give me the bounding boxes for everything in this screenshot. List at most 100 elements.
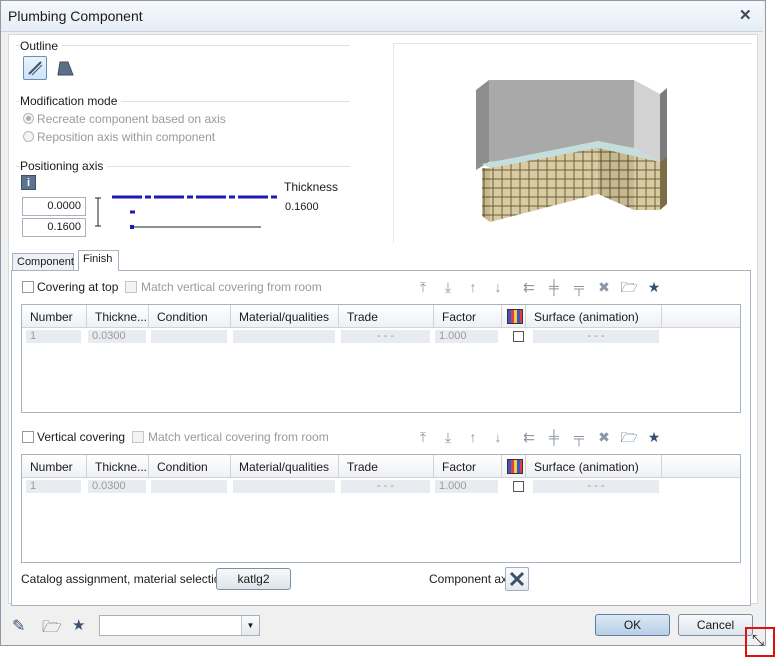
cell-color-checkbox[interactable] bbox=[513, 331, 524, 342]
move-up-icon[interactable]: ↑ bbox=[464, 278, 482, 296]
cell-condition[interactable] bbox=[151, 330, 227, 343]
favorite-icon[interactable]: ★ bbox=[645, 278, 663, 296]
axis-thickness-field[interactable]: 0.1600 bbox=[22, 218, 86, 237]
tab-component[interactable]: Component bbox=[12, 253, 74, 271]
move-top-icon-2[interactable]: ⤒ bbox=[414, 428, 432, 446]
col-surface[interactable]: Surface (animation) bbox=[526, 455, 662, 477]
col-surface[interactable]: Surface (animation) bbox=[526, 305, 662, 327]
tools-icon bbox=[509, 571, 525, 587]
cell-number[interactable]: 1 bbox=[26, 480, 81, 493]
close-icon[interactable]: ✕ bbox=[739, 6, 752, 24]
ok-button[interactable]: OK bbox=[595, 614, 670, 636]
cancel-button[interactable]: Cancel bbox=[678, 614, 753, 636]
move-down-icon-2[interactable]: ↓ bbox=[489, 428, 507, 446]
window-title: Plumbing Component bbox=[8, 8, 143, 24]
cell-color-checkbox[interactable] bbox=[513, 481, 524, 492]
trapezoid-icon bbox=[57, 61, 74, 76]
insert-below-icon[interactable]: ╤ bbox=[570, 278, 588, 296]
modification-label: Modification mode bbox=[20, 94, 122, 108]
cell-thickness[interactable]: 0.0300 bbox=[88, 480, 146, 493]
thickness-label: Thickness bbox=[284, 180, 339, 194]
axis-offset-field[interactable]: 0.0000 bbox=[22, 197, 86, 216]
plumbing-3d-preview bbox=[476, 80, 667, 222]
vertical-covering-table: Number Thickne... Condition Material/qua… bbox=[21, 454, 741, 563]
grid-color-icon bbox=[507, 309, 523, 324]
insert-above-icon-2[interactable]: ╪ bbox=[545, 428, 563, 446]
cell-factor[interactable]: 1.000 bbox=[435, 480, 498, 493]
move-bottom-icon[interactable]: ⤓ bbox=[439, 278, 457, 296]
covering-top-checkbox[interactable] bbox=[22, 281, 34, 293]
col-color[interactable] bbox=[502, 305, 526, 327]
cell-number[interactable]: 1 bbox=[26, 330, 81, 343]
chevron-down-icon[interactable]: ▼ bbox=[241, 616, 259, 635]
cell-material[interactable] bbox=[233, 330, 335, 343]
col-thickness[interactable]: Thickne... bbox=[87, 455, 149, 477]
col-factor[interactable]: Factor bbox=[434, 455, 502, 477]
delete-row-icon-2[interactable]: ✖ bbox=[595, 428, 613, 446]
match-vertical-checkbox[interactable] bbox=[132, 431, 144, 443]
col-factor[interactable]: Factor bbox=[434, 305, 502, 327]
move-bottom-icon-2[interactable]: ⤓ bbox=[439, 428, 457, 446]
col-material[interactable]: Material/qualities bbox=[231, 305, 339, 327]
favorites-combo[interactable]: ▼ bbox=[99, 615, 260, 636]
match-top-checkbox[interactable] bbox=[125, 281, 137, 293]
insert-above-icon[interactable]: ╪ bbox=[545, 278, 563, 296]
col-condition[interactable]: Condition bbox=[149, 455, 231, 477]
cell-trade[interactable]: - - - bbox=[341, 480, 430, 493]
component-axis-button[interactable] bbox=[505, 567, 529, 591]
col-material[interactable]: Material/qualities bbox=[231, 455, 339, 477]
col-number[interactable]: Number bbox=[22, 455, 87, 477]
eyedropper-icon[interactable]: ✎ bbox=[12, 616, 25, 636]
save-favorite-icon[interactable]: ★ bbox=[72, 616, 85, 634]
cell-surface[interactable]: - - - bbox=[533, 330, 659, 343]
thickness-value: 0.1600 bbox=[285, 201, 319, 213]
reposition-label: Reposition axis within component bbox=[37, 130, 216, 144]
col-trade[interactable]: Trade bbox=[339, 305, 434, 327]
open-folder-icon-2[interactable]: 🗁 bbox=[620, 428, 638, 446]
outline-line-button[interactable] bbox=[23, 56, 47, 80]
move-down-icon[interactable]: ↓ bbox=[489, 278, 507, 296]
recreate-radio[interactable] bbox=[23, 113, 34, 124]
match-vertical-label: Match vertical covering from room bbox=[148, 430, 329, 444]
move-top-icon[interactable]: ⤒ bbox=[414, 278, 432, 296]
insert-below-icon-2[interactable]: ╤ bbox=[570, 428, 588, 446]
covering-top-label: Covering at top bbox=[37, 280, 119, 294]
col-number[interactable]: Number bbox=[22, 305, 87, 327]
outline-group-line bbox=[16, 45, 350, 46]
favorite-icon-2[interactable]: ★ bbox=[645, 428, 663, 446]
component-axis-label: Component axis bbox=[429, 572, 516, 586]
catalog-button[interactable]: katlg2 bbox=[216, 568, 291, 590]
vertical-covering-checkbox[interactable] bbox=[22, 431, 34, 443]
cell-trade[interactable]: - - - bbox=[341, 330, 430, 343]
cell-condition[interactable] bbox=[151, 480, 227, 493]
tab-join bbox=[79, 269, 118, 271]
recreate-label: Recreate component based on axis bbox=[37, 112, 226, 126]
insert-row-icon[interactable]: ⇇ bbox=[520, 278, 538, 296]
delete-row-icon[interactable]: ✖ bbox=[595, 278, 613, 296]
info-icon[interactable]: i bbox=[21, 175, 36, 190]
match-top-label: Match vertical covering from room bbox=[141, 280, 322, 294]
outline-shape-button[interactable] bbox=[52, 56, 76, 80]
vertical-covering-label: Vertical covering bbox=[37, 430, 126, 444]
col-color[interactable] bbox=[502, 455, 526, 477]
diagonal-line-icon bbox=[28, 61, 43, 76]
outline-label: Outline bbox=[20, 39, 63, 53]
col-thickness[interactable]: Thickne... bbox=[87, 305, 149, 327]
cell-factor[interactable]: 1.000 bbox=[435, 330, 498, 343]
cell-material[interactable] bbox=[233, 480, 335, 493]
insert-row-icon-2[interactable]: ⇇ bbox=[520, 428, 538, 446]
cell-thickness[interactable]: 0.0300 bbox=[88, 330, 146, 343]
cell-surface[interactable]: - - - bbox=[533, 480, 659, 493]
resize-grip-icon[interactable]: ⤡ bbox=[752, 632, 764, 649]
positioning-label: Positioning axis bbox=[20, 159, 108, 173]
open-folder-icon[interactable]: 🗁 bbox=[620, 278, 638, 296]
col-trade[interactable]: Trade bbox=[339, 455, 434, 477]
top-covering-table: Number Thickne... Condition Material/qua… bbox=[21, 304, 741, 413]
reposition-radio[interactable] bbox=[23, 131, 34, 142]
grid-color-icon bbox=[507, 459, 523, 474]
col-condition[interactable]: Condition bbox=[149, 305, 231, 327]
move-up-icon-2[interactable]: ↑ bbox=[464, 428, 482, 446]
catalog-label: Catalog assignment, material selection bbox=[21, 572, 228, 586]
tab-finish[interactable]: Finish bbox=[78, 250, 119, 271]
open-favorites-icon[interactable]: 🗁 bbox=[42, 616, 62, 643]
